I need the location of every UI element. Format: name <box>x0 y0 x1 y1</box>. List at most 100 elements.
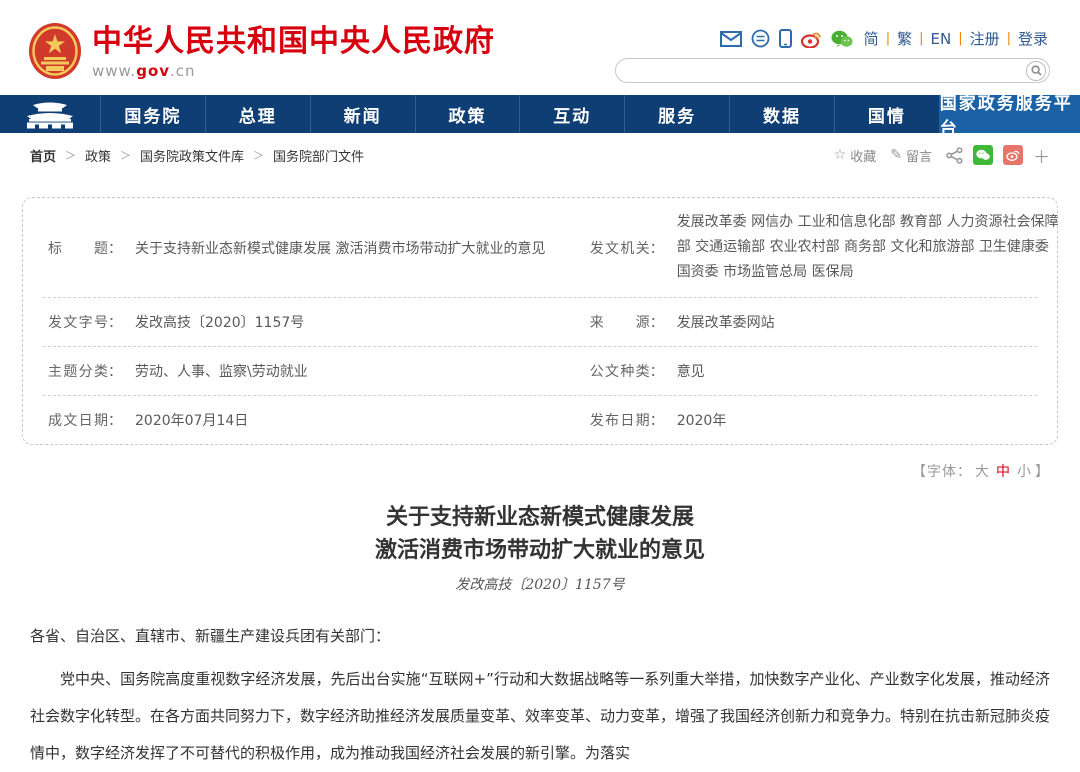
field-title: 标题： 关于支持新业态新模式健康发展 激活消费市场带动扩大就业的意见 <box>43 210 590 285</box>
site-logo-group: 中华人民共和国中央人民政府 www.gov.cn <box>28 0 495 95</box>
field-colon: ： <box>108 410 122 430</box>
nav-home-button[interactable] <box>0 95 100 133</box>
field-doc-type: 公文种类： 意见 <box>590 361 1037 381</box>
font-size-medium-button[interactable]: 中 <box>996 464 1011 480</box>
table-row: 发文字号： 发改高技〔2020〕1157号 来源： 发展改革委网站 <box>43 298 1037 347</box>
nav-item-premier[interactable]: 总理 <box>205 95 310 133</box>
share-icon <box>946 147 963 164</box>
field-source: 来源： 发展改革委网站 <box>590 312 1037 332</box>
topbar-links: 简|繁|EN|注册|登录 <box>720 28 1050 49</box>
table-row: 成文日期： 2020年07月14日 发布日期： 2020年 <box>43 396 1037 444</box>
site-title: 中华人民共和国中央人民政府 <box>92 24 495 60</box>
font-size-control: 【字体：大中小】 <box>30 461 1050 481</box>
field-colon: ： <box>650 312 664 332</box>
field-value: 发改高技〔2020〕1157号 <box>135 312 304 332</box>
search-box <box>615 58 1050 83</box>
nav-item-state-council[interactable]: 国务院 <box>100 95 205 133</box>
article-body: 各省、自治区、直辖市、新疆生产建设兵团有关部门： 党中央、国务院高度重视数字经济… <box>30 618 1050 772</box>
field-value: 劳动、人事、监察\劳动就业 <box>135 361 308 381</box>
wechat-share-button[interactable] <box>973 145 993 165</box>
field-value: 2020年 <box>677 410 727 430</box>
field-label: 发布日期 <box>590 410 650 430</box>
register-link[interactable]: 注册 <box>970 28 1000 49</box>
breadcrumb-dept-documents[interactable]: 国务院部门文件 <box>273 146 364 165</box>
nav-item-interaction[interactable]: 互动 <box>519 95 624 133</box>
field-value: 关于支持新业态新模式健康发展 激活消费市场带动扩大就业的意见 <box>135 238 545 258</box>
more-share-button[interactable]: ＋ <box>1033 143 1050 168</box>
site-title-block: 中华人民共和国中央人民政府 www.gov.cn <box>92 22 495 80</box>
weibo-share-button[interactable] <box>1003 145 1023 165</box>
breadcrumb-separator: ＞ <box>120 147 131 163</box>
breadcrumb-home[interactable]: 首页 <box>30 146 56 165</box>
font-size-large-button[interactable]: 大 <box>975 464 990 480</box>
wechat-icon <box>976 149 990 161</box>
article-salutation: 各省、自治区、直辖市、新疆生产建设兵团有关部门： <box>30 618 1050 655</box>
page-actions: ☆ 收藏 ✎ 留言 ＋ <box>820 143 1050 168</box>
field-label: 来源 <box>590 312 650 332</box>
tiananmen-icon <box>19 99 81 129</box>
nav-item-data[interactable]: 数据 <box>729 95 834 133</box>
weibo-icon <box>1006 149 1020 161</box>
search-icon <box>1031 65 1042 76</box>
field-publish-date: 发布日期： 2020年 <box>590 410 1037 430</box>
article-title: 关于支持新业态新模式健康发展 激活消费市场带动扩大就业的意见 <box>0 501 1080 567</box>
link-separator: | <box>886 31 890 46</box>
share-button[interactable] <box>946 147 963 164</box>
header-utilities: 简|繁|EN|注册|登录 <box>615 0 1050 95</box>
login-link[interactable]: 登录 <box>1018 28 1048 49</box>
breadcrumb-separator: ＞ <box>65 147 76 163</box>
field-written-date: 成文日期： 2020年07月14日 <box>43 410 590 430</box>
nav-item-national[interactable]: 国情 <box>834 95 939 133</box>
field-topic-category: 主题分类： 劳动、人事、监察\劳动就业 <box>43 361 590 381</box>
article-paragraph: 党中央、国务院高度重视数字经济发展，先后出台实施“互联网+”行动和大数据战略等一… <box>30 661 1050 772</box>
national-emblem-icon <box>28 22 82 80</box>
field-colon: ： <box>108 238 122 258</box>
field-colon: ： <box>650 410 664 430</box>
field-label: 发文机关 <box>590 238 650 258</box>
nav-item-news[interactable]: 新闻 <box>310 95 415 133</box>
mail-icon[interactable] <box>720 31 742 47</box>
favorite-label: 收藏 <box>850 146 876 165</box>
message-button[interactable]: ✎ 留言 <box>890 146 932 165</box>
favorite-button[interactable]: ☆ 收藏 <box>834 146 877 165</box>
field-label: 主题分类 <box>48 361 108 381</box>
article-title-line2: 激活消费市场带动扩大就业的意见 <box>0 534 1080 567</box>
mobile-icon[interactable] <box>779 29 792 48</box>
weibo-icon[interactable] <box>801 30 822 48</box>
font-size-small-button[interactable]: 小 <box>1017 464 1032 480</box>
comment-icon[interactable] <box>751 29 770 48</box>
pen-icon: ✎ <box>890 147 902 163</box>
lang-english-link[interactable]: EN <box>930 30 951 48</box>
breadcrumb-bar: 首页 ＞ 政策 ＞ 国务院政策文件库 ＞ 国务院部门文件 ☆ 收藏 ✎ 留言 <box>30 137 1050 173</box>
search-input[interactable] <box>630 61 1026 81</box>
breadcrumb-policy[interactable]: 政策 <box>85 146 111 165</box>
font-size-prefix: 【字体： <box>912 464 972 480</box>
field-label: 发文字号 <box>48 312 108 332</box>
star-icon: ☆ <box>834 147 847 163</box>
document-info-table: 标题： 关于支持新业态新模式健康发展 激活消费市场带动扩大就业的意见 发文机关：… <box>22 197 1058 445</box>
field-label: 标题 <box>48 238 108 258</box>
nav-item-gov-service-platform[interactable]: 国家政务服务平台 <box>939 95 1080 133</box>
field-label: 成文日期 <box>48 410 108 430</box>
link-separator: | <box>958 31 962 46</box>
table-row: 标题： 关于支持新业态新模式健康发展 激活消费市场带动扩大就业的意见 发文机关 ：… <box>43 198 1037 298</box>
field-colon: ： <box>108 312 122 332</box>
field-colon: ： <box>650 361 664 381</box>
field-issuing-agency: 发文机关： 发展改革委 网信办 工业和信息化部 教育部 人力资源社会保障部 交通… <box>590 210 1059 285</box>
nav-item-services[interactable]: 服务 <box>624 95 729 133</box>
lang-traditional-link[interactable]: 繁 <box>897 28 912 49</box>
field-value: 2020年07月14日 <box>135 410 248 430</box>
site-header: 中华人民共和国中央人民政府 www.gov.cn <box>0 0 1080 95</box>
wechat-icon[interactable] <box>831 30 853 48</box>
nav-item-policy[interactable]: 政策 <box>415 95 520 133</box>
link-separator: | <box>1007 31 1011 46</box>
breadcrumb: 首页 ＞ 政策 ＞ 国务院政策文件库 ＞ 国务院部门文件 <box>30 146 364 165</box>
lang-simplified-link[interactable]: 简 <box>864 28 879 49</box>
site-url: www.gov.cn <box>92 62 495 80</box>
search-button[interactable] <box>1026 61 1046 81</box>
field-doc-number: 发文字号： 发改高技〔2020〕1157号 <box>43 312 590 332</box>
main-nav: 国务院 总理 新闻 政策 互动 服务 数据 国情 国家政务服务平台 <box>0 95 1080 133</box>
field-label: 公文种类 <box>590 361 650 381</box>
breadcrumb-policy-library[interactable]: 国务院政策文件库 <box>140 146 244 165</box>
field-value: 意见 <box>677 361 705 381</box>
